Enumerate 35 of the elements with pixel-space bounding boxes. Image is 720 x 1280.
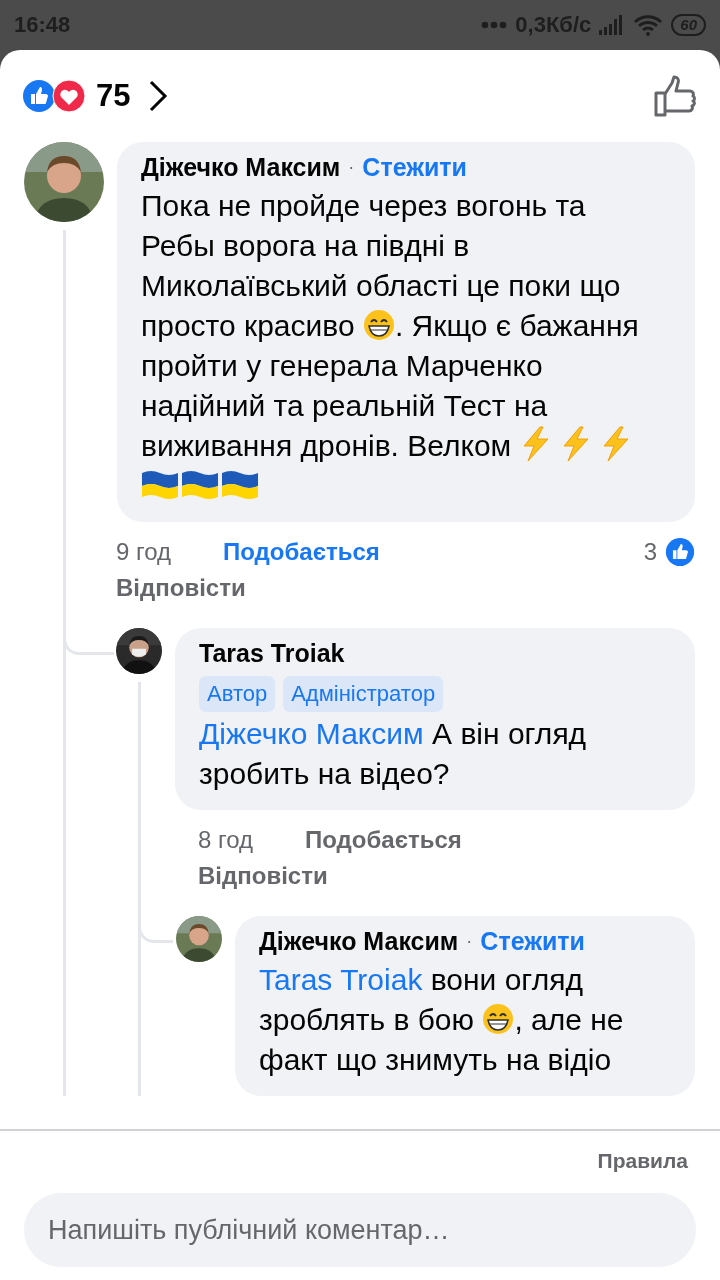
ukraine-flag-icon: [221, 470, 259, 500]
follow-link[interactable]: Стежити: [362, 150, 467, 184]
comment-time: 8 год: [198, 826, 255, 854]
like-reaction-icon: [665, 537, 695, 567]
role-badge: Автор: [199, 676, 276, 712]
comment-time: 9 год: [116, 538, 173, 566]
separator-dot: ·: [348, 156, 355, 179]
author-name[interactable]: Taras Troiak: [199, 636, 345, 670]
comment-text: Taras Troiak вони огляд зроблять в бою , але не факт що знимуть на відіо: [259, 962, 625, 1078]
separator-dot: ·: [466, 930, 473, 953]
author-name[interactable]: Діжечко Максим: [141, 150, 341, 184]
comment-text: Пока не пройде через вогонь та Ребы ворога на півдні в Миколаївський області це поки що просто красиво . Якщо є бажання пройти у генерала Марченко надійний та реальній Тест на виживання дронів. Велком: [141, 186, 667, 506]
like-link[interactable]: Подобається: [223, 538, 380, 566]
ukraine-flag-icon: [141, 470, 179, 500]
follow-link[interactable]: Стежити: [480, 924, 585, 958]
comment-input-field[interactable]: Напишіть публічний коментар…: [24, 1193, 696, 1267]
mention-link[interactable]: Діжечко Максим: [199, 717, 424, 750]
chevron-right-icon[interactable]: [148, 80, 169, 112]
ukraine-flag-icon: [181, 470, 219, 500]
reaction-count[interactable]: 75: [96, 78, 131, 114]
comment-text: Діжечко Максим А він огляд зробить на відео?: [199, 716, 588, 792]
reaction-icons[interactable]: [22, 79, 86, 113]
like-count: 3: [643, 538, 657, 566]
mention-link[interactable]: Taras Troiak: [259, 963, 423, 996]
like-link[interactable]: Подобається: [305, 826, 462, 854]
role-badge: Адміністратор: [283, 676, 444, 712]
author-name[interactable]: Діжечко Максим: [259, 924, 459, 958]
reply-link[interactable]: Відповісти: [198, 862, 328, 890]
grin-emoji-icon: [482, 1003, 515, 1035]
grin-emoji-icon: [362, 309, 395, 341]
thumbs-up-icon[interactable]: [654, 75, 696, 117]
rules-link[interactable]: Правила: [597, 1149, 688, 1173]
more-dots-icon: [481, 21, 508, 29]
wifi-icon: [633, 14, 664, 36]
reply-link[interactable]: Відповісти: [116, 574, 246, 602]
